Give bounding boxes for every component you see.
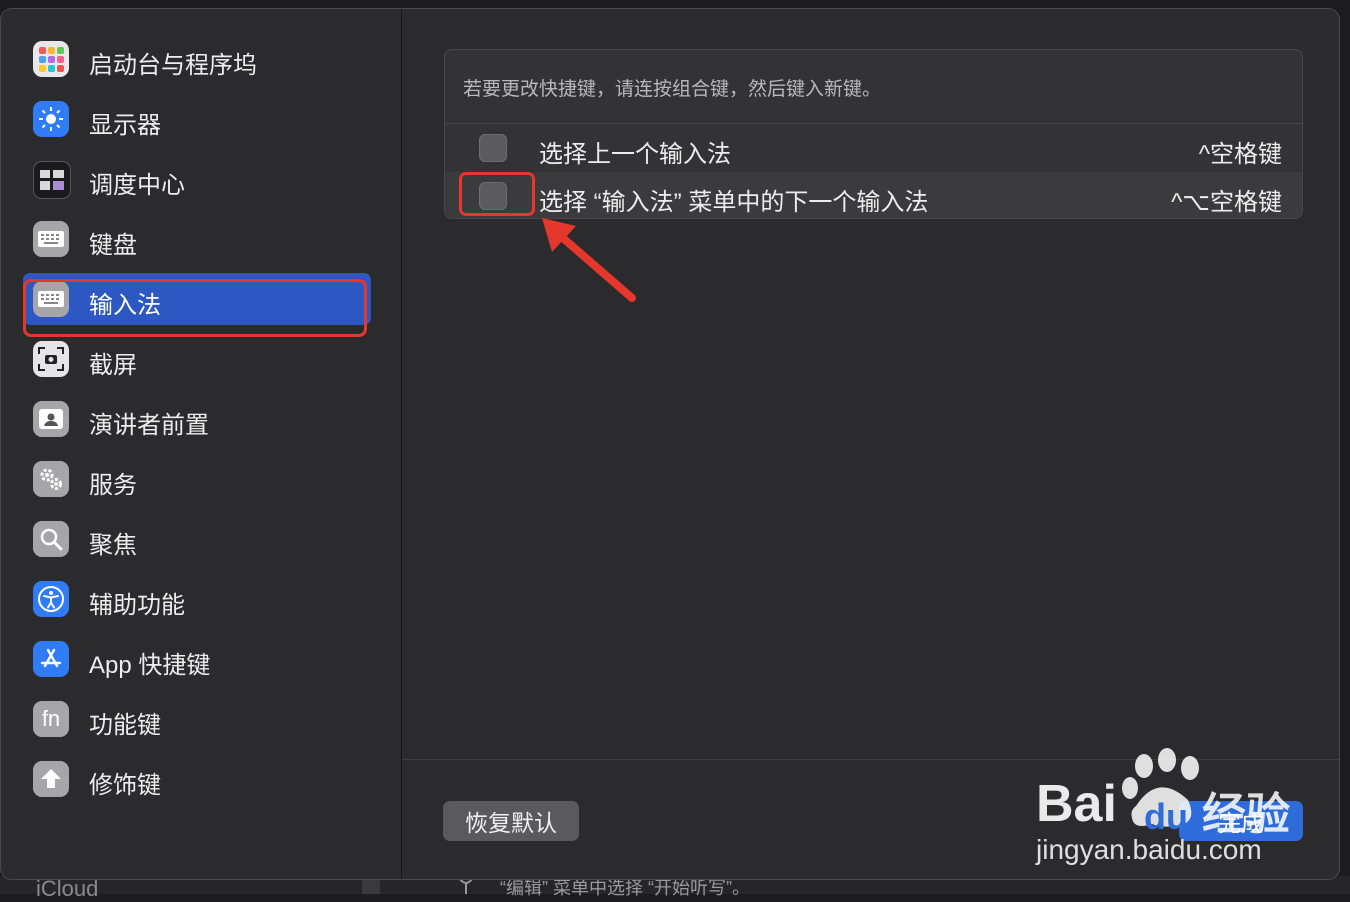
sidebar-item-label: 服务	[89, 472, 137, 499]
app-store-icon	[33, 641, 69, 677]
spotlight-icon	[33, 521, 69, 557]
annotation-arrow-icon	[542, 218, 636, 302]
fn-key-icon: fn	[33, 701, 69, 737]
sidebar-item-label: 启动台与程序坞	[89, 52, 257, 79]
sidebar-item-presenter-overlay[interactable]: 演讲者前置	[23, 393, 371, 445]
annotation-checkbox-highlight	[459, 172, 535, 216]
display-sun-icon	[33, 101, 69, 137]
sidebar-item-displays[interactable]: 显示器	[23, 93, 371, 145]
sidebar-item-modifier-keys[interactable]: 修饰键	[23, 753, 371, 805]
sidebar-item-label: 键盘	[89, 232, 137, 259]
sidebar-item-label: 调度中心	[89, 172, 185, 199]
sidebar-item-services[interactable]: 服务	[23, 453, 371, 505]
sidebar-item-label: 演讲者前置	[89, 412, 209, 439]
sidebar-item-label: 截屏	[89, 352, 137, 379]
sidebar-item-label: 辅助功能	[89, 592, 185, 619]
shortcut-row[interactable]: 选择上一个输入法 ^空格键	[445, 124, 1302, 172]
shortcut-enable-checkbox[interactable]	[479, 134, 507, 162]
presenter-icon	[33, 401, 69, 437]
launchpad-icon	[33, 41, 69, 77]
shortcut-list-panel: 若要更改快捷键，请连按组合键，然后键入新键。 选择上一个输入法 ^空格键 选择 …	[444, 49, 1303, 219]
shortcut-keys[interactable]: ^⌥空格键	[1171, 182, 1282, 217]
sidebar-item-label: 聚焦	[89, 532, 137, 559]
sidebar-item-label: 功能键	[89, 712, 161, 739]
done-button[interactable]: 完成	[1179, 801, 1303, 841]
shortcut-label: 选择上一个输入法	[539, 141, 731, 168]
shortcuts-sidebar: 启动台与程序坞 显示器 调度中心 键盘 输入法 截屏 演讲者前置 服务 聚焦 辅…	[1, 9, 402, 879]
shortcut-detail-pane: 若要更改快捷键，请连按组合键，然后键入新键。 选择上一个输入法 ^空格键 选择 …	[402, 9, 1339, 879]
sidebar-item-label: 修饰键	[89, 772, 161, 799]
restore-defaults-button[interactable]: 恢复默认	[443, 801, 579, 841]
sidebar-item-accessibility[interactable]: 辅助功能	[23, 573, 371, 625]
sidebar-item-label: 显示器	[89, 112, 161, 139]
modifier-arrow-icon	[33, 761, 69, 797]
annotation-highlight-box	[23, 279, 367, 337]
gears-icon	[33, 461, 69, 497]
sidebar-item-function-keys[interactable]: fn 功能键	[23, 693, 371, 745]
sidebar-item-label: App 快捷键	[89, 652, 211, 679]
sidebar-item-screenshots[interactable]: 截屏	[23, 333, 371, 385]
shortcut-keys[interactable]: ^空格键	[1199, 134, 1282, 169]
sidebar-item-keyboard[interactable]: 键盘	[23, 213, 371, 265]
keyboard-shortcuts-sheet: 启动台与程序坞 显示器 调度中心 键盘 输入法 截屏 演讲者前置 服务 聚焦 辅…	[0, 8, 1340, 880]
sidebar-item-app-shortcuts[interactable]: App 快捷键	[23, 633, 371, 685]
sidebar-item-spotlight[interactable]: 聚焦	[23, 513, 371, 565]
sidebar-item-launchpad[interactable]: 启动台与程序坞	[23, 33, 371, 85]
accessibility-icon	[33, 581, 69, 617]
keyboard-icon	[33, 221, 69, 257]
screenshot-icon	[33, 341, 69, 377]
footer-divider	[402, 759, 1339, 760]
mission-control-icon	[33, 161, 71, 199]
shortcut-instructions: 若要更改快捷键，请连按组合键，然后键入新键。	[463, 79, 882, 100]
sidebar-item-mission-control[interactable]: 调度中心	[23, 153, 371, 205]
